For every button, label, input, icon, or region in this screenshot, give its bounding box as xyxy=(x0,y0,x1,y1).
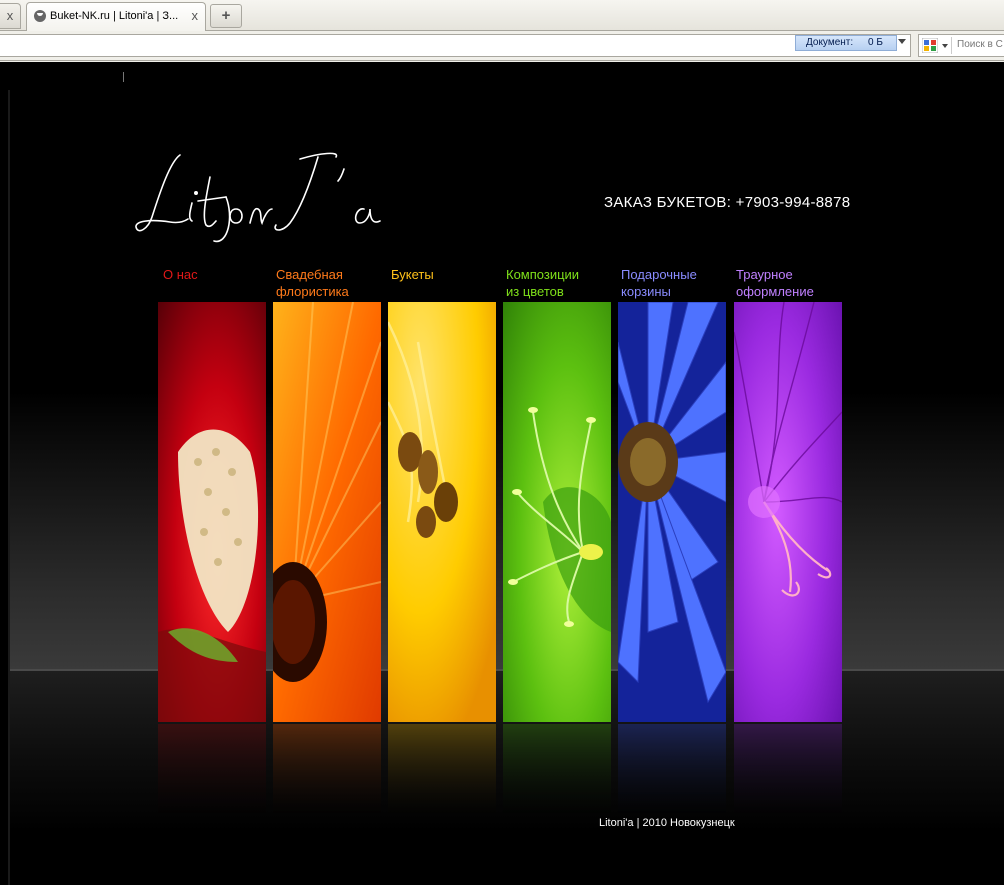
reflection-green xyxy=(503,724,611,814)
site-favicon-icon xyxy=(34,10,46,22)
menu-label-line2: из цветов xyxy=(506,284,564,299)
address-bar[interactable] xyxy=(0,34,911,57)
address-dropdown-chevron-down-icon[interactable] xyxy=(898,39,906,44)
reflection-purple xyxy=(734,724,842,814)
menu-label-line1: Композиции xyxy=(506,267,580,282)
menu-label-line2: О нас xyxy=(163,267,198,282)
new-tab-button[interactable]: + xyxy=(210,4,242,28)
active-tab[interactable]: Buket-NK.ru | Litoni'a | З... x xyxy=(26,2,206,31)
menu-label-line2: флористика xyxy=(276,284,349,299)
tab-strip: x Buket-NK.ru | Litoni'a | З... x + xyxy=(0,0,1004,31)
menu-label-gift-baskets[interactable]: Подарочные корзины xyxy=(621,266,697,300)
menu-label-line2: Букеты xyxy=(391,267,434,282)
navigation-bar: Документ: 0 Б Поиск в С xyxy=(0,31,1004,61)
search-divider xyxy=(951,37,952,54)
reflection-yellow xyxy=(388,724,496,814)
menu-label-line2: корзины xyxy=(621,284,671,299)
footer-text: Litoni'a | 2010 Новокузнецк xyxy=(599,817,735,829)
menu-label-wedding-floristry[interactable]: Свадебная флористика xyxy=(276,266,349,300)
menu-label-bouquets[interactable]: Букеты xyxy=(391,266,434,283)
menu-image-blue-flower[interactable] xyxy=(618,302,726,722)
previous-tab-close-button[interactable]: x xyxy=(0,3,21,29)
menu-label-line2: оформление xyxy=(736,284,814,299)
menu-image-yellow-flower[interactable] xyxy=(388,302,496,722)
menu-image-red-flower[interactable] xyxy=(158,302,266,722)
menu-label-line1: Свадебная xyxy=(276,267,343,282)
reflection-blue xyxy=(618,724,726,814)
menu-image-orange-flower[interactable] xyxy=(273,302,381,722)
google-search-engine-icon[interactable] xyxy=(922,38,938,53)
search-engine-chevron-down-icon[interactable] xyxy=(942,44,948,48)
menu-label-flower-compositions[interactable]: Композиции из цветов xyxy=(506,266,579,300)
litonia-logo[interactable] xyxy=(130,137,400,247)
reflection-red xyxy=(158,724,266,814)
browser-chrome: x Buket-NK.ru | Litoni'a | З... x + Доку… xyxy=(0,0,1004,62)
menu-image-green-flower[interactable] xyxy=(503,302,611,722)
web-page: ЗАКАЗ БУКЕТОВ: +7903-994-8878 О нас Свад… xyxy=(0,62,1004,885)
menu-image-purple-flower[interactable] xyxy=(734,302,842,722)
document-size-label: Документ: xyxy=(806,37,854,48)
menu-label-about[interactable]: О нас xyxy=(163,266,198,283)
decorative-tick xyxy=(123,72,124,82)
tab-title: Buket-NK.ru | Litoni'a | З... xyxy=(50,10,179,22)
reflection-orange xyxy=(273,724,381,814)
document-size-indicator: Документ: 0 Б xyxy=(795,35,897,51)
search-box[interactable]: Поиск в С xyxy=(918,34,1004,57)
tab-close-button[interactable]: x xyxy=(192,8,199,23)
menu-label-line1: Подарочные xyxy=(621,267,697,282)
order-phone: ЗАКАЗ БУКЕТОВ: +7903-994-8878 xyxy=(604,194,851,211)
search-placeholder: Поиск в С xyxy=(957,39,1003,50)
document-size-value: 0 Б xyxy=(868,37,883,48)
menu-label-line1: Траурное xyxy=(736,267,793,282)
menu-label-funeral-decoration[interactable]: Траурное оформление xyxy=(736,266,814,300)
